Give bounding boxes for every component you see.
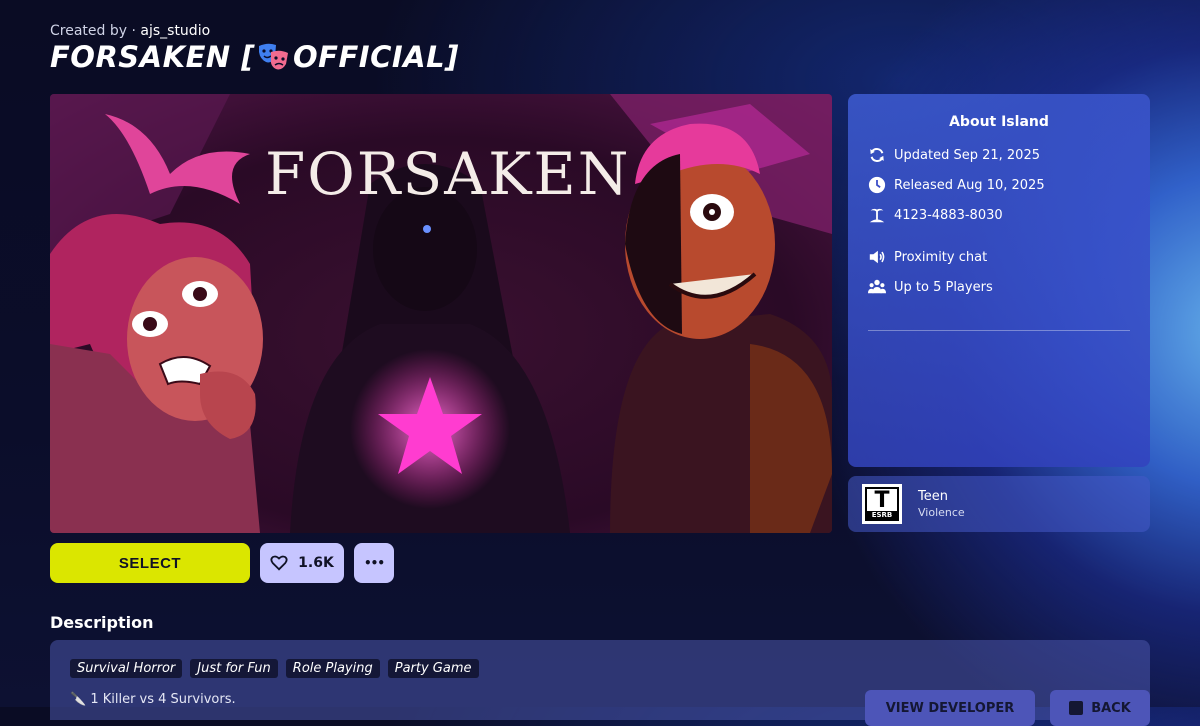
tag-role-playing[interactable]: Role Playing xyxy=(285,659,380,678)
hero-artwork: FORSAKEN xyxy=(50,94,832,533)
about-island-panel: About Island Updated Sep 21, 2025 Releas… xyxy=(848,94,1150,467)
rating-label: Teen xyxy=(918,489,948,504)
esrb-teen-badge: T ESRB xyxy=(862,484,902,524)
creator-name[interactable]: ajs_studio xyxy=(140,23,210,39)
title-start: FORSAKEN [ xyxy=(50,40,256,74)
players-label: Up to 5 Players xyxy=(894,279,993,295)
released-date: Released Aug 10, 2025 xyxy=(894,177,1045,193)
like-count: 1.6K xyxy=(298,555,334,571)
hero-logo-text: FORSAKEN xyxy=(265,140,631,208)
released-row: Released Aug 10, 2025 xyxy=(868,176,1045,194)
more-options-button[interactable]: ••• xyxy=(354,543,394,583)
page-title: FORSAKEN [ OFFICIAL] xyxy=(50,40,459,74)
heart-icon xyxy=(270,555,288,571)
island-icon xyxy=(869,208,885,223)
updated-row: Updated Sep 21, 2025 xyxy=(868,146,1040,164)
created-by: Created by · ajs_studio xyxy=(50,23,210,39)
back-label: BACK xyxy=(1091,700,1131,716)
island-code-row[interactable]: 4123-4883-8030 xyxy=(868,206,1003,224)
description-heading: Description xyxy=(50,613,154,632)
proximity-chat-row: Proximity chat xyxy=(868,248,987,266)
tag-just-for-fun[interactable]: Just for Fun xyxy=(190,659,278,678)
like-button[interactable]: 1.6K xyxy=(260,543,344,583)
clock-icon xyxy=(868,176,886,194)
tag-list: Survival Horror Just for Fun Role Playin… xyxy=(70,659,479,678)
theater-masks-icon xyxy=(256,42,292,72)
players-row: Up to 5 Players xyxy=(868,278,993,296)
speaker-icon xyxy=(869,250,885,264)
players-icon xyxy=(868,279,886,294)
title-end: OFFICIAL] xyxy=(293,40,459,74)
about-divider xyxy=(868,330,1130,331)
view-developer-button[interactable]: VIEW DEVELOPER xyxy=(865,690,1035,726)
more-dots-icon: ••• xyxy=(363,556,385,570)
tag-party-game[interactable]: Party Game xyxy=(387,659,479,678)
back-button[interactable]: BACK xyxy=(1050,690,1150,726)
description-text: 🔪 1 Killer vs 4 Survivors. xyxy=(70,692,236,707)
tag-survival-horror[interactable]: Survival Horror xyxy=(70,659,183,678)
refresh-icon xyxy=(870,148,884,162)
esrb-badge-letter: T xyxy=(874,488,890,513)
age-rating-panel: T ESRB Teen Violence xyxy=(848,476,1150,532)
description-panel: Survival Horror Just for Fun Role Playin… xyxy=(50,640,1150,726)
rating-descriptor: Violence xyxy=(918,506,965,519)
back-key-icon xyxy=(1069,701,1084,715)
updated-date: Updated Sep 21, 2025 xyxy=(894,147,1040,163)
about-heading: About Island xyxy=(949,114,1049,130)
island-code[interactable]: 4123-4883-8030 xyxy=(894,208,1003,223)
proximity-chat-label: Proximity chat xyxy=(894,249,988,265)
esrb-badge-sub: ESRB xyxy=(866,511,898,520)
created-by-prefix: Created by · xyxy=(50,23,141,39)
select-button[interactable]: SELECT xyxy=(50,543,250,583)
